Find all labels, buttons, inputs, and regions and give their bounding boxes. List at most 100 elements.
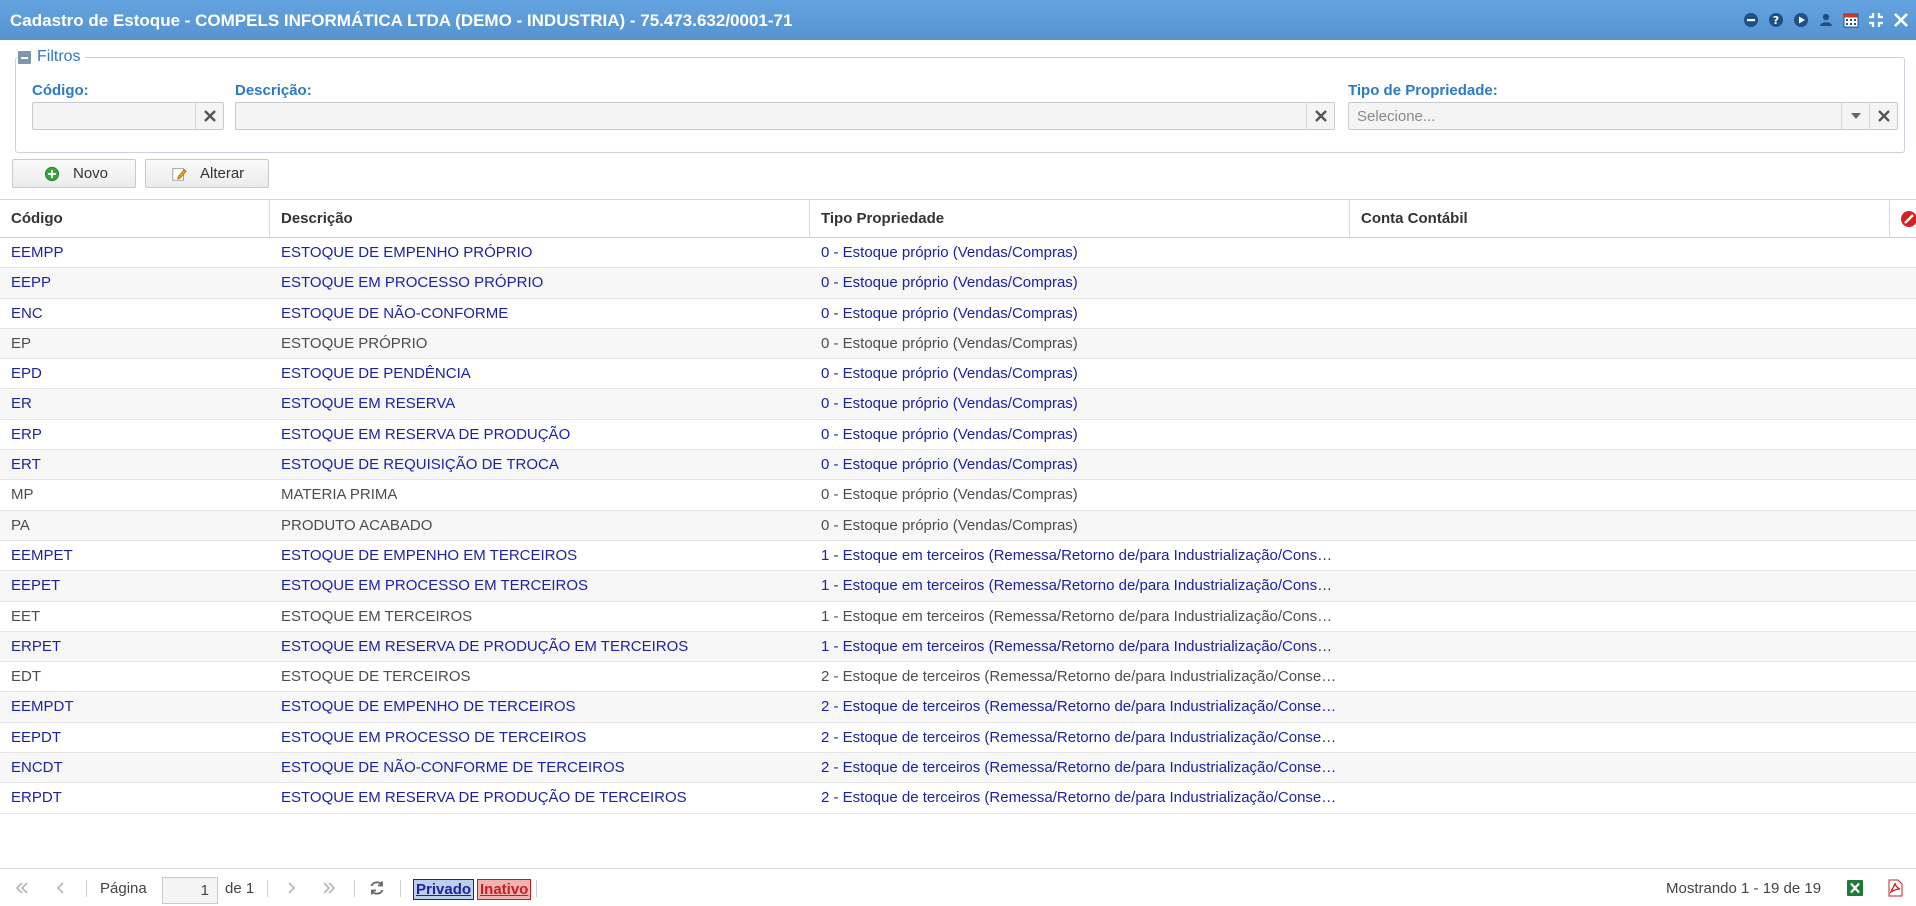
- cell-codigo: ERP: [11, 425, 42, 443]
- table-row[interactable]: EEPDT ESTOQUE EM PROCESSO DE TERCEIROS 2 -…: [0, 723, 1916, 754]
- table-row[interactable]: EEMPDT ESTOQUE DE EMPENHO DE TERCEIROS 2 -…: [0, 692, 1916, 723]
- window-controls: ?: [1742, 11, 1910, 29]
- close-icon[interactable]: [1892, 11, 1910, 29]
- minimize-circle-icon[interactable]: [1742, 11, 1760, 29]
- cell-descricao: ESTOQUE EM RESERVA DE PRODUÇÃO: [281, 425, 571, 443]
- table-row[interactable]: EET ESTOQUE EM TERCEIROS 1 - Estoque em te…: [0, 602, 1916, 632]
- cell-descricao: ESTOQUE DE EMPENHO DE TERCEIROS: [281, 698, 576, 716]
- table-row[interactable]: EDT ESTOQUE DE TERCEIROS 2 - Estoque de te…: [0, 662, 1916, 693]
- page-number-input[interactable]: 1: [162, 877, 218, 904]
- pager-separator: [86, 880, 87, 897]
- cell-tipo-propriedade: 2 - Estoque de terceiros (Remessa/Retorn…: [821, 698, 1340, 716]
- novo-button[interactable]: Novo: [12, 159, 136, 188]
- table-row[interactable]: PA PRODUTO ACABADO 0 - Estoque próprio (Ve…: [0, 510, 1916, 541]
- table-row[interactable]: MP MATERIA PRIMA 0 - Estoque próprio (Vend…: [0, 480, 1916, 511]
- tipo-propriedade-select[interactable]: [1349, 103, 1897, 129]
- refresh-icon[interactable]: [368, 869, 386, 906]
- cell-codigo: EP: [11, 334, 32, 352]
- cell-descricao: ESTOQUE DE EMPENHO EM TERCEIROS: [281, 546, 578, 564]
- descricao-input[interactable]: [236, 103, 1334, 129]
- alterar-label: Alterar: [200, 165, 245, 182]
- cell-tipo-propriedade: 0 - Estoque próprio (Vendas/Compras): [821, 365, 1078, 383]
- cell-codigo: EET: [11, 607, 41, 625]
- cell-tipo-propriedade: 0 - Estoque próprio (Vendas/Compras): [821, 516, 1078, 534]
- tipo-clear-button[interactable]: [1869, 103, 1897, 129]
- pager-summary: Mostrando 1 - 19 de 19: [1666, 879, 1822, 897]
- window-titlebar: Cadastro de Estoque - COMPELS INFORMÁTIC…: [0, 0, 1916, 40]
- collapse-icon[interactable]: [18, 50, 31, 64]
- export-pdf-icon[interactable]: [1886, 869, 1904, 906]
- cell-descricao: ESTOQUE EM PROCESSO PRÓPRIO: [281, 274, 544, 292]
- cell-tipo-propriedade: 0 - Estoque próprio (Vendas/Compras): [821, 456, 1078, 474]
- table-row[interactable]: EEMPP ESTOQUE DE EMPENHO PRÓPRIO 0 - Estoq…: [0, 238, 1916, 269]
- table-row[interactable]: EEMPET ESTOQUE DE EMPENHO EM TERCEIROS 1 -…: [0, 541, 1916, 572]
- cell-tipo-propriedade: 1 - Estoque em terceiros (Remessa/Retorn…: [821, 637, 1340, 655]
- cell-codigo: EEMPET: [11, 546, 73, 564]
- clear-filters-icon[interactable]: [1900, 210, 1916, 232]
- codigo-clear-button[interactable]: [195, 103, 223, 129]
- add-icon: [43, 165, 61, 183]
- user-icon[interactable]: [1817, 11, 1835, 29]
- grid-header: Código Descrição Tipo Propriedade Conta …: [0, 199, 1916, 238]
- cell-codigo: ENC: [11, 304, 43, 322]
- table-row[interactable]: EEPP ESTOQUE EM PROCESSO PRÓPRIO 0 - Estoq…: [0, 268, 1916, 299]
- table-row[interactable]: EEPET ESTOQUE EM PROCESSO EM TERCEIROS 1 -…: [0, 571, 1916, 602]
- chevron-down-icon[interactable]: [1841, 103, 1869, 129]
- next-page-icon[interactable]: [282, 869, 300, 906]
- cell-codigo: EEMPP: [11, 244, 64, 261]
- cell-tipo-propriedade: 2 - Estoque de terceiros (Remessa/Retorn…: [821, 728, 1340, 746]
- descricao-clear-button[interactable]: [1306, 103, 1334, 129]
- table-row[interactable]: ENC ESTOQUE DE NÃO-CONFORME 0 - Estoque pr…: [0, 299, 1916, 329]
- export-excel-icon[interactable]: [1846, 869, 1864, 906]
- alterar-button[interactable]: Alterar: [145, 159, 269, 188]
- column-header-tipo-propriedade[interactable]: Tipo Propriedade: [810, 200, 1350, 238]
- prev-page-icon[interactable]: [52, 869, 70, 906]
- tipo-propriedade-field: [1348, 102, 1898, 130]
- cell-descricao: PRODUTO ACABADO: [281, 516, 433, 534]
- cell-tipo-propriedade: 0 - Estoque próprio (Vendas/Compras): [821, 244, 1078, 261]
- table-row[interactable]: ERPDT ESTOQUE EM RESERVA DE PRODUÇÃO DE T…: [0, 783, 1916, 814]
- pager: Página 1 de 1 Privado Inativo Mostrando …: [0, 868, 1916, 906]
- last-page-icon[interactable]: [320, 869, 338, 906]
- inativo-legend: Inativo: [477, 879, 532, 900]
- cell-descricao: ESTOQUE EM TERCEIROS: [281, 607, 473, 625]
- svg-text:?: ?: [1773, 14, 1779, 27]
- cell-tipo-propriedade: 0 - Estoque próprio (Vendas/Compras): [821, 274, 1078, 292]
- table-row[interactable]: ERP ESTOQUE EM RESERVA DE PRODUÇÃO 0 - Est…: [0, 420, 1916, 451]
- cell-descricao: ESTOQUE EM PROCESSO DE TERCEIROS: [281, 728, 587, 746]
- column-header-conta-contabil[interactable]: Conta Contábil: [1350, 200, 1890, 238]
- cell-tipo-propriedade: 2 - Estoque de terceiros (Remessa/Retorn…: [821, 759, 1340, 777]
- page-total-label: de 1: [225, 879, 255, 897]
- calendar-icon[interactable]: [1842, 11, 1860, 29]
- cell-codigo: ENCDT: [11, 759, 63, 777]
- cell-codigo: ERT: [11, 456, 41, 474]
- table-row[interactable]: ENCDT ESTOQUE DE NÃO-CONFORME DE TERCEIRO…: [0, 753, 1916, 784]
- cell-descricao: ESTOQUE EM RESERVA DE PRODUÇÃO DE TERCEI…: [281, 789, 687, 807]
- cell-descricao: ESTOQUE PRÓPRIO: [281, 334, 428, 352]
- table-row[interactable]: ERPET ESTOQUE EM RESERVA DE PRODUÇÃO EM T…: [0, 631, 1916, 663]
- cell-descricao: ESTOQUE DE TERCEIROS: [281, 668, 471, 686]
- column-header-codigo[interactable]: Código: [0, 200, 270, 238]
- cell-tipo-propriedade: 1 - Estoque em terceiros (Remessa/Retorn…: [821, 607, 1340, 625]
- fullscreen-icon[interactable]: [1867, 11, 1885, 29]
- first-page-icon[interactable]: [13, 869, 31, 906]
- cell-tipo-propriedade: 0 - Estoque próprio (Vendas/Compras): [821, 425, 1078, 443]
- help-icon[interactable]: ?: [1767, 11, 1785, 29]
- filters-title: Filtros: [37, 48, 81, 65]
- edit-icon: [170, 165, 188, 183]
- table-row[interactable]: ERT ESTOQUE DE REQUISIÇÃO DE TROCA 0 - Est…: [0, 450, 1916, 481]
- cell-tipo-propriedade: 0 - Estoque próprio (Vendas/Compras): [821, 486, 1078, 504]
- table-row[interactable]: EP ESTOQUE PRÓPRIO 0 - Estoque próprio (Ve…: [0, 328, 1916, 360]
- cell-codigo: PA: [11, 516, 30, 534]
- filters-legend[interactable]: Filtros: [18, 48, 85, 66]
- table-row[interactable]: EPD ESTOQUE DE PENDÊNCIA 0 - Estoque própr…: [0, 359, 1916, 390]
- column-header-descricao[interactable]: Descrição: [270, 200, 810, 238]
- codigo-label: Código:: [32, 82, 89, 99]
- play-icon[interactable]: [1792, 11, 1810, 29]
- cell-codigo: MP: [11, 486, 34, 504]
- grid-body: EEMPP ESTOQUE DE EMPENHO PRÓPRIO 0 - Estoq…: [0, 238, 1916, 814]
- cell-tipo-propriedade: 0 - Estoque próprio (Vendas/Compras): [821, 395, 1078, 413]
- cell-codigo: EEMPDT: [11, 698, 74, 716]
- table-row[interactable]: ER ESTOQUE EM RESERVA 0 - Estoque próprio …: [0, 389, 1916, 420]
- cell-tipo-propriedade: 2 - Estoque de terceiros (Remessa/Retorn…: [821, 668, 1340, 686]
